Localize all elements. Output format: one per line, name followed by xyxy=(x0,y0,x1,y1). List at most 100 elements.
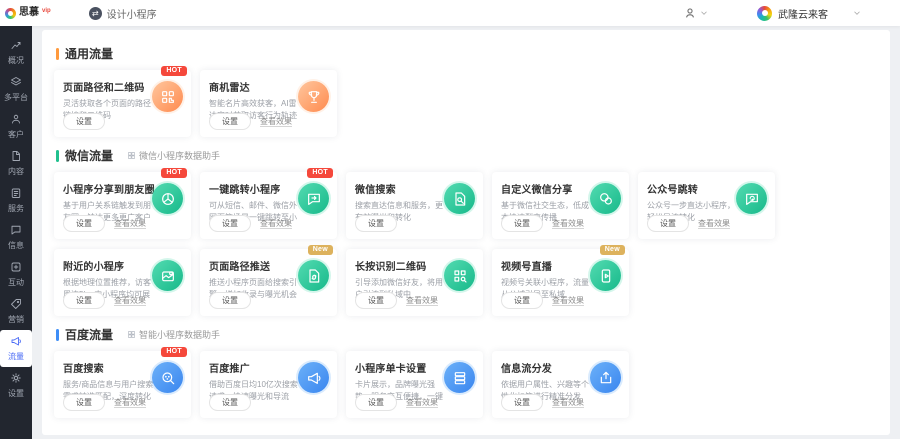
sidebar-item-服务[interactable]: 服务 xyxy=(0,182,32,219)
card-badge: HOT xyxy=(161,168,187,178)
gear-icon xyxy=(10,372,22,386)
sidebar-item-label: 服务 xyxy=(8,203,24,214)
file-icon xyxy=(10,150,22,164)
setup-button[interactable]: 设置 xyxy=(63,292,105,309)
sidebar-item-label: 信息 xyxy=(8,240,24,251)
sidebar-item-客户[interactable]: 客户 xyxy=(0,108,32,145)
section-helper-link[interactable]: 微信小程序数据助手 xyxy=(127,149,220,162)
setup-button[interactable]: 设置 xyxy=(501,292,543,309)
switch-app-icon: ⇄ xyxy=(89,7,102,20)
card-actions: 设置查看效果 xyxy=(209,215,292,232)
setup-button[interactable]: 设置 xyxy=(501,394,543,411)
section-通用流量: 通用流量 HOT页面路径和二维码灵活获取各个页面的路径链接和二维码设置商机雷达智能… xyxy=(54,45,878,137)
view-result-link[interactable]: 查看效果 xyxy=(552,295,584,306)
setup-button[interactable]: 设置 xyxy=(647,215,689,232)
feature-card-自定义微信分享: 自定义微信分享基于微信社交生态，低成本快速裂变传播设置查看效果 xyxy=(492,172,629,239)
card-actions: 设置查看效果 xyxy=(355,292,438,309)
view-result-link[interactable]: 查看效果 xyxy=(552,218,584,229)
section-百度流量: 百度流量 智能小程序数据助手 HOT百度搜索服务/商品信息与用户搜索需求精准匹配，深… xyxy=(54,326,878,418)
section-accent-bar xyxy=(56,329,59,341)
wechat-bubble-icon xyxy=(590,183,621,214)
setup-button[interactable]: 设置 xyxy=(63,215,105,232)
feature-card-小程序分享到朋友圈: HOT小程序分享到朋友圈基于用户关系链触发到朋友圈，触达更多更广客户设置查看效果 xyxy=(54,172,191,239)
cards-row: HOT页面路径和二维码灵活获取各个页面的路径链接和二维码设置商机雷达智能名片高效… xyxy=(54,70,878,137)
setup-button[interactable]: 设置 xyxy=(501,215,543,232)
chevron-down-icon xyxy=(852,8,862,18)
feature-card-信息流分发: 信息流分发依据用户属性、兴趣等个性化标签进行精准分发设置查看效果 xyxy=(492,351,629,418)
view-result-link[interactable]: 查看效果 xyxy=(260,116,292,127)
setup-button[interactable]: 设置 xyxy=(63,394,105,411)
setup-button[interactable]: 设置 xyxy=(355,215,397,232)
view-result-link[interactable]: 查看效果 xyxy=(114,295,146,306)
view-result-link[interactable]: 查看效果 xyxy=(406,295,438,306)
card-badge: New xyxy=(308,245,333,255)
setup-button[interactable]: 设置 xyxy=(209,113,251,130)
feature-card-页面路径和二维码: HOT页面路径和二维码灵活获取各个页面的路径链接和二维码设置 xyxy=(54,70,191,137)
view-result-link[interactable]: 查看效果 xyxy=(552,397,584,408)
person-icon xyxy=(683,6,697,20)
doc-search-icon xyxy=(444,183,475,214)
card-actions: 设置查看效果 xyxy=(501,215,584,232)
nav-app-switcher[interactable]: ⇄ 设计小程序 xyxy=(89,6,157,21)
view-result-link[interactable]: 查看效果 xyxy=(260,218,292,229)
moments-icon xyxy=(152,183,183,214)
section-title: 通用流量 xyxy=(65,45,113,62)
feature-card-公众号跳转: 公众号跳转公众号一步直达小程序，轻松导流转化设置查看效果 xyxy=(638,172,775,239)
section-accent-bar xyxy=(56,48,59,60)
setup-button[interactable]: 设置 xyxy=(209,292,251,309)
cards-icon xyxy=(444,362,475,393)
setup-button[interactable]: 设置 xyxy=(63,113,105,130)
top-bar: 思慕 vip ⇄ 设计小程序 武隆云来客 xyxy=(0,0,900,26)
sidebar-item-信息[interactable]: 信息 xyxy=(0,219,32,256)
card-actions: 设置 xyxy=(355,215,397,232)
card-actions: 设置查看效果 xyxy=(501,394,584,411)
chart-icon xyxy=(10,39,22,53)
sidebar-item-多平台[interactable]: 多平台 xyxy=(0,71,32,108)
workspace-menu[interactable]: 武隆云来客 xyxy=(757,6,862,21)
paw-search-icon xyxy=(152,362,183,393)
section-title: 百度流量 xyxy=(65,326,113,343)
setup-button[interactable]: 设置 xyxy=(209,394,251,411)
sidebar-item-label: 营销 xyxy=(8,314,24,325)
view-result-link[interactable]: 查看效果 xyxy=(406,397,438,408)
setup-button[interactable]: 设置 xyxy=(209,215,251,232)
layers-icon xyxy=(10,76,22,90)
feature-card-商机雷达: 商机雷达智能名片高效获客，AI雷达实时获取访客行为轨迹设置查看效果 xyxy=(200,70,337,137)
card-actions: 设置 xyxy=(209,292,251,309)
view-result-link[interactable]: 查看效果 xyxy=(114,397,146,408)
sidebar-item-label: 多平台 xyxy=(4,92,28,103)
section-微信流量: 微信流量 微信小程序数据助手 HOT小程序分享到朋友圈基于用户关系链触发到朋友圈，触… xyxy=(54,147,878,316)
feature-card-附近的小程序: 附近的小程序根据地理位置推荐，访客周边5km内小程序均可展示设置查看效果 xyxy=(54,249,191,316)
account-menu[interactable] xyxy=(683,6,709,20)
section-helper-link[interactable]: 智能小程序数据助手 xyxy=(127,328,220,341)
section-helper-label: 微信小程序数据助手 xyxy=(139,149,220,162)
sidebar-item-流量[interactable]: 流量 xyxy=(0,330,32,367)
sidebar-item-概况[interactable]: 概况 xyxy=(0,34,32,71)
map-pin-icon xyxy=(152,260,183,291)
interact-icon xyxy=(10,261,22,275)
setup-button[interactable]: 设置 xyxy=(355,394,397,411)
logo-vip-badge: vip xyxy=(42,7,51,15)
main-content: 通用流量 HOT页面路径和二维码灵活获取各个页面的路径链接和二维码设置商机雷达智能… xyxy=(42,30,890,435)
distribute-icon xyxy=(590,362,621,393)
card-actions: 设置查看效果 xyxy=(647,215,730,232)
section-title: 微信流量 xyxy=(65,147,113,164)
feature-card-小程序单卡设置: 小程序单卡设置卡片展示，品牌曝光强势，服务交互便捷，一键直达设置查看效果 xyxy=(346,351,483,418)
setup-button[interactable]: 设置 xyxy=(355,292,397,309)
cards-row: HOT百度搜索服务/商品信息与用户搜索需求精准匹配，深度转化用户设置查看效果百度… xyxy=(54,351,878,418)
section-header: 通用流量 xyxy=(56,45,878,62)
card-actions: 设置查看效果 xyxy=(63,394,146,411)
view-result-link[interactable]: 查看效果 xyxy=(114,218,146,229)
sidebar-item-label: 概况 xyxy=(8,55,24,66)
view-result-link[interactable]: 查看效果 xyxy=(698,218,730,229)
sidebar-item-设置[interactable]: 设置 xyxy=(0,367,32,404)
sidebar-item-内容[interactable]: 内容 xyxy=(0,145,32,182)
sidebar-item-营销[interactable]: 营销 xyxy=(0,293,32,330)
section-header: 百度流量 智能小程序数据助手 xyxy=(56,326,878,343)
card-actions: 设置查看效果 xyxy=(355,394,438,411)
card-badge: New xyxy=(600,245,625,255)
section-accent-bar xyxy=(56,150,59,162)
feature-card-长按识别二维码: 长按识别二维码引导添加微信好友，将用户引流到私域中设置查看效果 xyxy=(346,249,483,316)
sidebar-item-互动[interactable]: 互动 xyxy=(0,256,32,293)
card-actions: 设置查看效果 xyxy=(209,113,292,130)
